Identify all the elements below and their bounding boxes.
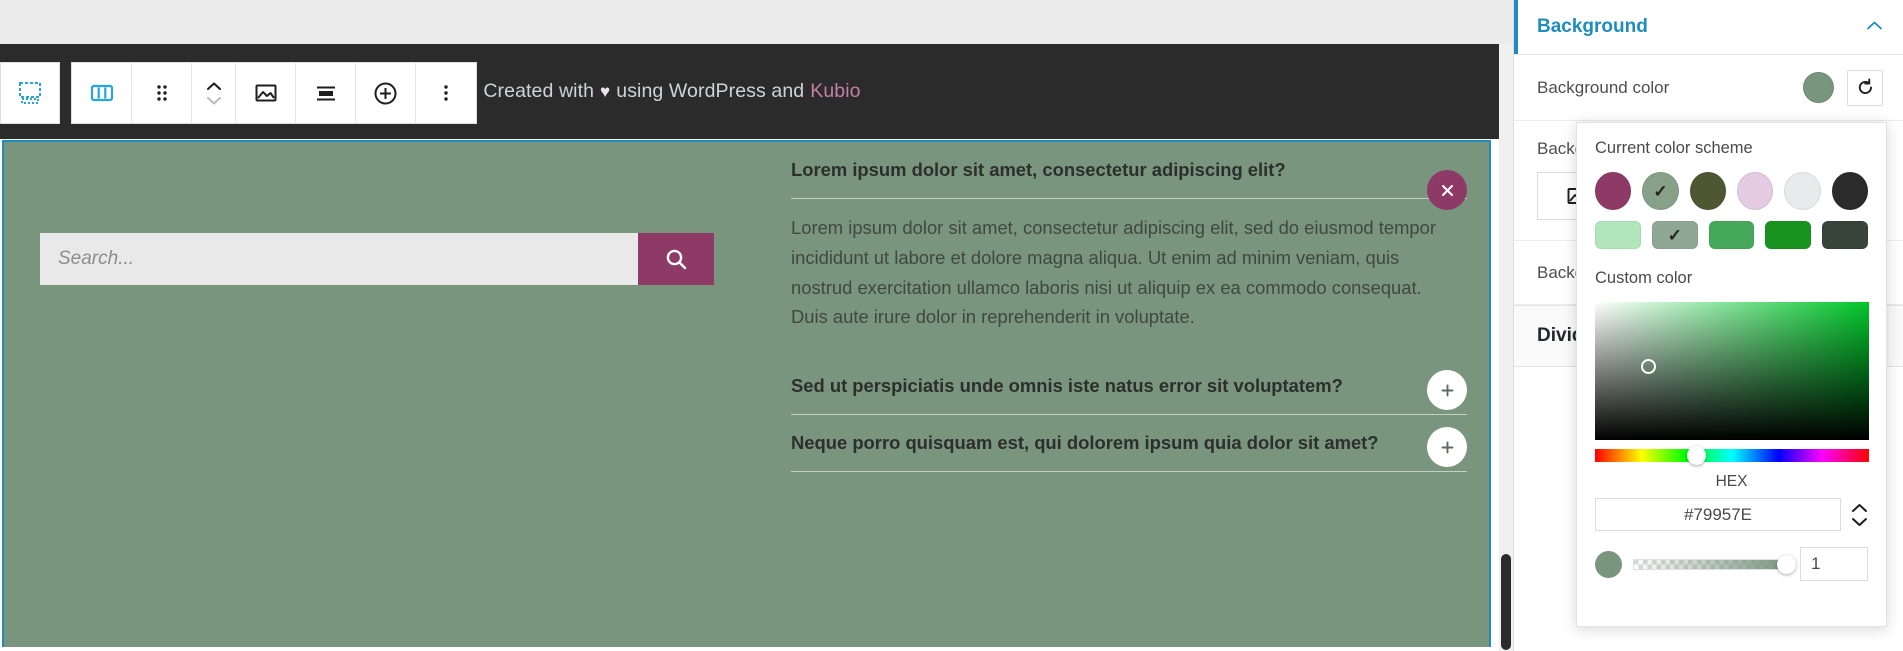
hex-label: HEX — [1715, 473, 1748, 490]
preview-top-strip — [0, 0, 1513, 44]
scheme-color-swatch-4[interactable] — [1784, 172, 1821, 210]
select-parent-icon[interactable] — [1, 63, 59, 123]
saturation-handle[interactable] — [1641, 359, 1656, 374]
search-submit-button[interactable] — [638, 233, 714, 285]
move-up-down-icon[interactable] — [192, 63, 236, 123]
check-icon: ✓ — [1653, 181, 1668, 201]
scheme-color-swatch-1[interactable]: ✓ — [1642, 172, 1679, 210]
site-preview: 2022 kubio pro example. Created with ♥ u… — [0, 0, 1513, 651]
custom-color-label: Custom color — [1595, 269, 1693, 287]
drag-handle-icon[interactable] — [132, 63, 192, 123]
reset-icon[interactable] — [1847, 69, 1883, 106]
faq-item[interactable]: Neque porro quisquam est, qui dolorem ip… — [791, 415, 1467, 473]
preview-scrollbar[interactable] — [1499, 44, 1513, 651]
plus-icon[interactable] — [1427, 370, 1467, 411]
block-tools-group[interactable] — [71, 62, 477, 124]
footer-text-after: using WordPress and — [616, 80, 805, 102]
chevron-up-icon[interactable] — [1866, 18, 1883, 36]
scheme-gradient-swatch-2[interactable] — [1708, 221, 1755, 249]
customizer-screen: 2022 kubio pro example. Created with ♥ u… — [0, 0, 1903, 651]
faq-question[interactable]: Lorem ipsum dolor sit amet, consectetur … — [791, 142, 1467, 198]
block-toolbar[interactable] — [0, 62, 477, 124]
scheme-color-swatch-5[interactable] — [1831, 172, 1868, 210]
scheme-gradient-swatch-4[interactable] — [1822, 221, 1868, 249]
chevron-down-icon[interactable] — [1851, 517, 1868, 527]
alpha-row[interactable] — [1595, 547, 1868, 581]
search-widget[interactable] — [40, 233, 714, 285]
hero-section: Lorem ipsum dolor sit amet, consectetur … — [2, 140, 1491, 647]
scheme-gradient-swatch-1[interactable]: ✓ — [1651, 221, 1698, 249]
search-input[interactable] — [40, 233, 638, 285]
faq-item[interactable]: Lorem ipsum dolor sit amet, consectetur … — [791, 142, 1467, 358]
alpha-slider-handle[interactable] — [1777, 554, 1796, 574]
background-panel-header[interactable]: Background — [1514, 0, 1903, 55]
faq-question[interactable]: Sed ut perspiciatis unde omnis iste natu… — [791, 358, 1467, 414]
add-block-icon[interactable] — [356, 63, 416, 123]
background-color-row[interactable]: Background color — [1514, 55, 1903, 121]
scheme-color-swatch-2[interactable] — [1689, 172, 1726, 210]
heart-icon: ♥ — [600, 81, 611, 101]
alpha-value-input[interactable] — [1800, 547, 1868, 581]
hex-stepper[interactable] — [1851, 503, 1868, 527]
hex-input[interactable] — [1595, 498, 1841, 531]
scheme-color-swatch-3[interactable] — [1736, 172, 1774, 210]
color-scheme-circle-row[interactable]: ✓ — [1595, 172, 1868, 210]
check-icon: ✓ — [1667, 225, 1682, 245]
hue-slider-handle[interactable] — [1687, 446, 1706, 465]
chevron-up-icon[interactable] — [1851, 503, 1868, 513]
page-title: Background — [1537, 16, 1648, 37]
alpha-slider[interactable] — [1633, 554, 1796, 574]
color-preview-dot — [1595, 550, 1622, 578]
faq-divider — [791, 471, 1467, 473]
faq-question[interactable]: Neque porro quisquam est, qui dolorem ip… — [791, 415, 1467, 471]
footer-kubio-link[interactable]: Kubio — [810, 80, 860, 103]
hex-field-row[interactable] — [1595, 498, 1868, 531]
align-icon[interactable] — [296, 63, 356, 123]
preview-scrollbar-thumb[interactable] — [1501, 554, 1511, 650]
scheme-gradient-swatch-0[interactable] — [1595, 221, 1641, 249]
background-color-label: Background color — [1537, 77, 1670, 97]
background-color-swatch[interactable] — [1803, 72, 1834, 103]
more-options-icon[interactable] — [416, 63, 476, 123]
faq-answer: Lorem ipsum dolor sit amet, consectetur … — [791, 217, 1437, 328]
color-scheme-rect-row[interactable]: ✓ — [1595, 221, 1868, 249]
hue-slider[interactable] — [1595, 446, 1869, 465]
faq-accordion: Lorem ipsum dolor sit amet, consectetur … — [791, 142, 1467, 473]
scheme-color-swatch-0[interactable] — [1595, 172, 1632, 210]
scheme-gradient-swatch-3[interactable] — [1765, 221, 1812, 249]
columns-block-icon[interactable] — [72, 63, 132, 123]
faq-item[interactable]: Sed ut perspiciatis unde omnis iste natu… — [791, 358, 1467, 416]
saturation-value-area[interactable] — [1595, 302, 1869, 440]
close-icon[interactable] — [1427, 170, 1467, 210]
search-icon — [666, 249, 686, 269]
current-color-scheme-label: Current color scheme — [1595, 139, 1753, 157]
plus-icon[interactable] — [1427, 427, 1467, 468]
image-block-icon[interactable] — [236, 63, 296, 123]
color-picker-popover[interactable]: Current color scheme ✓ ✓ Custom color HE… — [1576, 122, 1887, 627]
select-parent-group[interactable] — [0, 62, 60, 124]
